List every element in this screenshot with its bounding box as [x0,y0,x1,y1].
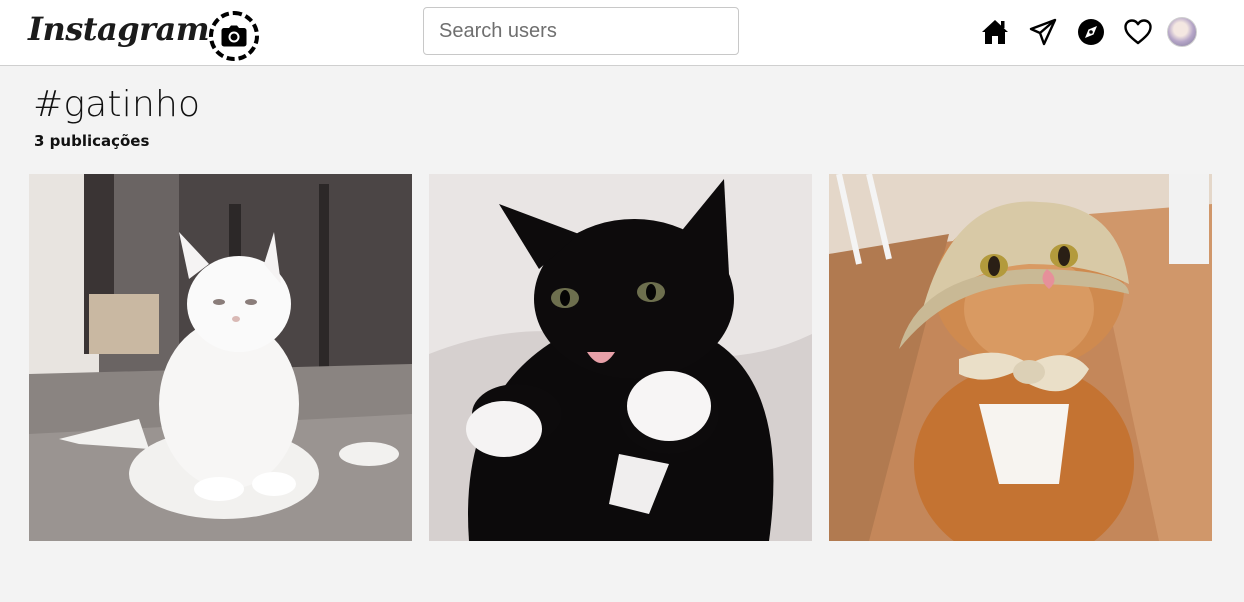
top-navigation-bar: Instagram [0,0,1244,66]
post-count: 3 publicações [34,132,150,150]
post-thumbnail-2[interactable] [429,174,812,541]
post-thumbnail-1[interactable] [29,174,412,541]
post-thumbnail-3[interactable] [829,174,1212,541]
home-button[interactable] [980,17,1010,47]
camera-story-button[interactable] [209,11,259,61]
hashtag-title: #gatinho [33,84,201,125]
explore-button[interactable] [1076,17,1106,47]
heart-icon [1124,19,1152,45]
activity-button[interactable] [1123,17,1153,47]
white-cat-photo [29,174,412,541]
black-cat-photo [429,174,812,541]
search-users-input[interactable] [423,7,739,55]
orange-cat-photo [829,174,1212,541]
home-icon [982,20,1008,44]
compass-icon [1078,19,1104,45]
camera-icon [221,25,247,47]
direct-messages-button[interactable] [1028,17,1058,47]
profile-avatar[interactable] [1167,17,1197,47]
paper-plane-icon [1029,18,1057,46]
instagram-logo[interactable]: Instagram [28,10,210,48]
